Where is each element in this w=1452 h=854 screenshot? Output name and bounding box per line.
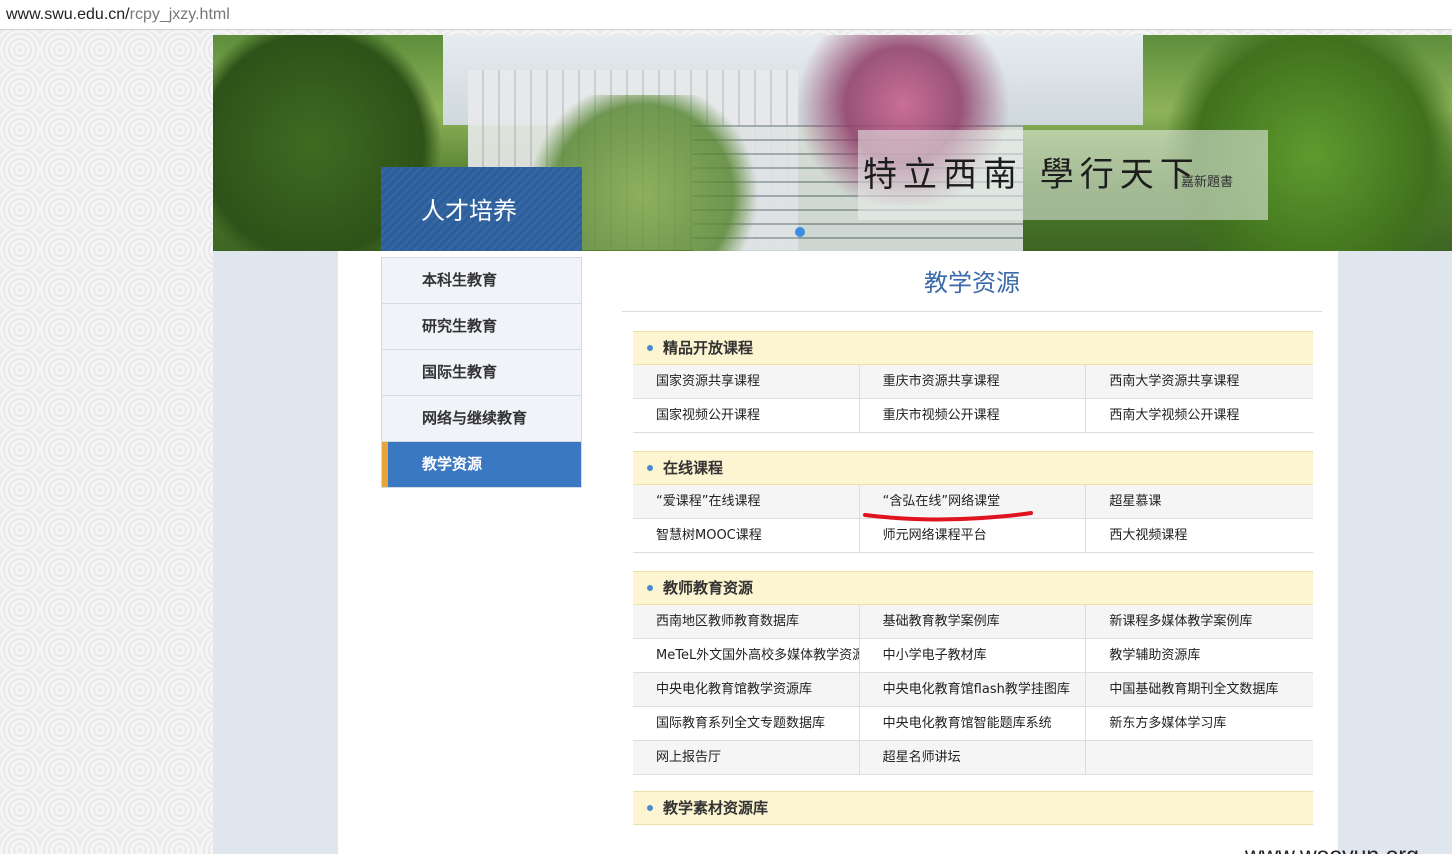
sidebar-item-teaching-resources[interactable]: 教学资源 [382,442,581,487]
resource-link[interactable]: 西南地区教师教育数据库 [633,605,860,638]
link-row: 智慧树MOOC课程 师元网络课程平台 西大视频课程 [633,519,1313,553]
resource-category: 精品开放课程 国家资源共享课程 重庆市资源共享课程 西南大学资源共享课程 国家视频公开课… [633,331,1313,433]
resource-category: 在线课程 “爱课程”在线课程 “含弘在线”网络课堂 超星慕课 智慧树MOOC课程 师元网络… [633,451,1313,553]
resource-link[interactable]: 中央电化教育馆教学资源库 [633,673,860,706]
sidebar-item-online-continuing[interactable]: 网络与继续教育 [382,396,581,442]
category-header: 精品开放课程 [633,331,1313,365]
page-background: 特立西南 學行天下 嘉新題書 人才培养 本科生教育 研究生教育 国际生教育 网络… [0,30,1452,854]
link-row: 国家视频公开课程 重庆市视频公开课程 西南大学视频公开课程 [633,399,1313,433]
watermark: www.wooyun.org [1245,842,1419,854]
link-row: 国际教育系列全文专题数据库 中央电化教育馆智能题库系统 新东方多媒体学习库 [633,707,1313,741]
sidebar-item-international[interactable]: 国际生教育 [382,350,581,396]
resource-link[interactable]: 西南大学资源共享课程 [1086,365,1313,398]
resource-link[interactable]: 国家视频公开课程 [633,399,860,432]
resource-link[interactable]: 师元网络课程平台 [860,519,1087,552]
resource-link[interactable]: 国家资源共享课程 [633,365,860,398]
link-row: 网上报告厅 超星名师讲坛 [633,741,1313,775]
resource-link[interactable]: MeTeL外文国外高校多媒体教学资源 [633,639,860,672]
resource-link[interactable]: 中国基础教育期刊全文数据库 [1086,673,1313,706]
resource-link[interactable]: 西大视频课程 [1086,519,1313,552]
browser-address-bar[interactable]: www.swu.edu.cn/rcpy_jxzy.html [0,0,1452,30]
sidebar-item-undergraduate[interactable]: 本科生教育 [382,258,581,304]
link-table: 国家资源共享课程 重庆市资源共享课程 西南大学资源共享课程 国家视频公开课程 重庆市视频… [633,365,1313,433]
resource-link[interactable]: 超星慕课 [1086,485,1313,518]
link-table: “爱课程”在线课程 “含弘在线”网络课堂 超星慕课 智慧树MOOC课程 师元网络课程平台… [633,485,1313,553]
sidebar-item-graduate[interactable]: 研究生教育 [382,304,581,350]
url-text[interactable]: www.swu.edu.cn/rcpy_jxzy.html [6,6,230,24]
empty-cell [1086,741,1313,774]
resource-link[interactable]: 重庆市视频公开课程 [860,399,1087,432]
link-row: 国家资源共享课程 重庆市资源共享课程 西南大学资源共享课程 [633,365,1313,399]
url-path: rcpy_jxzy.html [129,6,230,23]
resource-category: 教师教育资源 西南地区教师教育数据库 基础教育教学案例库 新课程多媒体教学案例库 MeT… [633,571,1313,775]
resource-link[interactable]: 西南大学视频公开课程 [1086,399,1313,432]
resource-link[interactable]: “爱课程”在线课程 [633,485,860,518]
link-table: 西南地区教师教育数据库 基础教育教学案例库 新课程多媒体教学案例库 MeTeL外文国外… [633,605,1313,775]
resource-link[interactable]: 新课程多媒体教学案例库 [1086,605,1313,638]
motto-signature: 嘉新題書 [1181,175,1234,190]
resource-link[interactable]: 超星名师讲坛 [860,741,1087,774]
page-title: 教学资源 [924,269,1020,297]
resource-link[interactable]: 新东方多媒体学习库 [1086,707,1313,740]
resource-link[interactable]: 中央电化教育馆flash教学挂图库 [860,673,1087,706]
resource-link[interactable]: 智慧树MOOC课程 [633,519,860,552]
resource-link[interactable]: 基础教育教学案例库 [860,605,1087,638]
link-row: 西南地区教师教育数据库 基础教育教学案例库 新课程多媒体教学案例库 [633,605,1313,639]
section-title-box: 人才培养 [381,167,582,251]
link-row: 中央电化教育馆教学资源库 中央电化教育馆flash教学挂图库 中国基础教育期刊全文数… [633,673,1313,707]
category-header: 教学素材资源库 [633,791,1313,825]
resource-link[interactable]: “含弘在线”网络课堂 [860,485,1087,518]
link-row: MeTeL外文国外高校多媒体教学资源 中小学电子教材库 教学辅助资源库 [633,639,1313,673]
category-header: 教师教育资源 [633,571,1313,605]
university-motto: 特立西南 學行天下 [863,155,1200,195]
link-row: “爱课程”在线课程 “含弘在线”网络课堂 超星慕课 [633,485,1313,519]
resource-link[interactable]: 教学辅助资源库 [1086,639,1313,672]
carousel-dot[interactable] [795,227,805,237]
url-domain: www.swu.edu.cn/ [6,6,130,23]
category-header: 在线课程 [633,451,1313,485]
resource-category: 教学素材资源库 [633,791,1313,825]
resource-link[interactable]: 国际教育系列全文专题数据库 [633,707,860,740]
section-title: 人才培养 [421,197,517,225]
resource-link[interactable]: 重庆市资源共享课程 [860,365,1087,398]
resource-link[interactable]: 网上报告厅 [633,741,860,774]
resource-link[interactable]: 中小学电子教材库 [860,639,1087,672]
resource-link[interactable]: 中央电化教育馆智能题库系统 [860,707,1087,740]
heading-divider [622,311,1322,312]
sidebar-nav: 本科生教育 研究生教育 国际生教育 网络与继续教育 教学资源 [381,257,582,488]
